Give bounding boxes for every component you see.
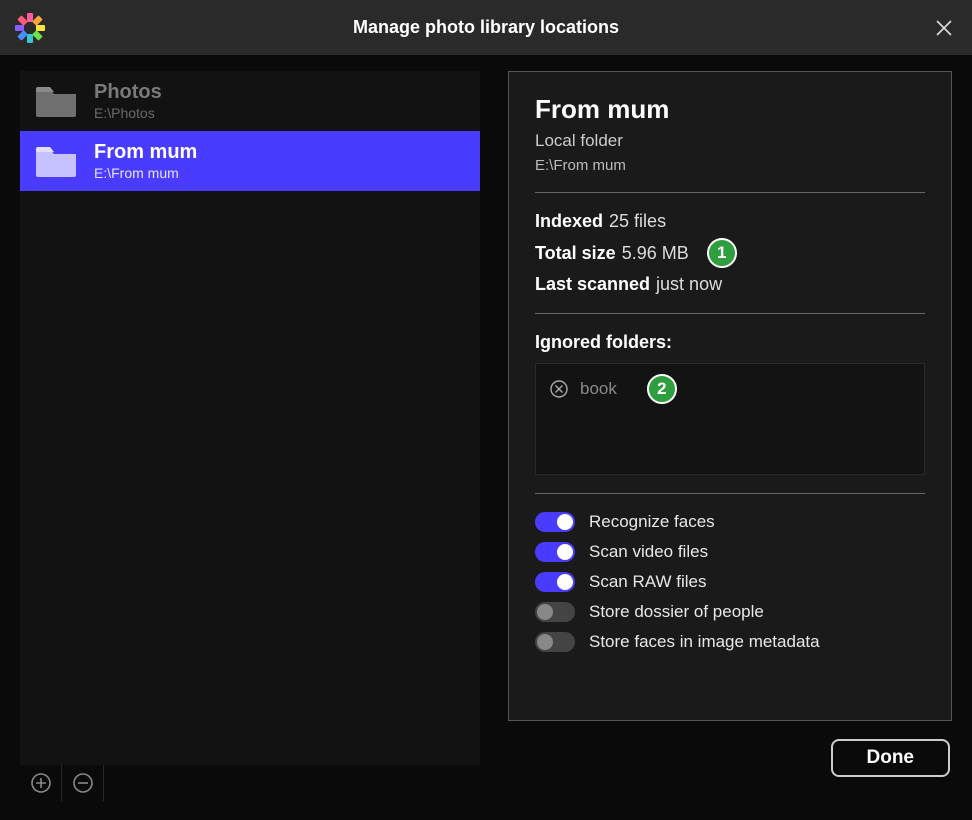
detail-title: From mum <box>535 94 925 125</box>
stat-value: 25 files <box>609 211 666 232</box>
folder-name: From mum <box>94 141 197 163</box>
folder-path: E:\Photos <box>94 105 162 121</box>
stat-value: 5.96 MB <box>622 243 689 264</box>
toggle-scan-video[interactable] <box>535 542 575 562</box>
titlebar: Manage photo library locations <box>0 0 972 55</box>
remove-ignored-icon[interactable] <box>550 380 568 398</box>
stat-label: Last scanned <box>535 274 650 295</box>
folder-path: E:\From mum <box>94 165 197 181</box>
close-button[interactable] <box>934 18 954 38</box>
folder-icon <box>34 143 78 179</box>
option-label: Recognize faces <box>589 512 715 532</box>
toggle-recognize-faces[interactable] <box>535 512 575 532</box>
option-label: Store dossier of people <box>589 602 764 622</box>
stat-value: just now <box>656 274 722 295</box>
add-folder-button[interactable] <box>20 765 62 801</box>
stat-scanned: Last scanned just now <box>535 274 925 295</box>
toggle-store-dossier[interactable] <box>535 602 575 622</box>
option-recognize-faces: Recognize faces <box>535 512 925 532</box>
ignored-name: book <box>580 379 617 399</box>
option-store-metadata: Store faces in image metadata <box>535 632 925 652</box>
stat-size: Total size 5.96 MB 1 <box>535 238 925 268</box>
annotation-badge-1: 1 <box>707 238 737 268</box>
option-store-dossier: Store dossier of people <box>535 602 925 622</box>
divider <box>535 313 925 314</box>
folder-list-actions <box>20 765 480 801</box>
option-scan-video: Scan video files <box>535 542 925 562</box>
ignored-folders-box: book 2 <box>535 363 925 475</box>
ignored-folders-label: Ignored folders: <box>535 332 925 353</box>
remove-folder-button[interactable] <box>62 765 104 801</box>
folder-list: Photos E:\Photos From mum E:\From mum <box>20 71 480 765</box>
option-label: Scan video files <box>589 542 708 562</box>
stat-label: Indexed <box>535 211 603 232</box>
folder-item-photos[interactable]: Photos E:\Photos <box>20 71 480 131</box>
stat-label: Total size <box>535 243 616 264</box>
divider <box>535 493 925 494</box>
folder-item-from-mum[interactable]: From mum E:\From mum <box>20 131 480 191</box>
folder-name: Photos <box>94 81 162 103</box>
done-button[interactable]: Done <box>831 739 951 777</box>
divider <box>535 192 925 193</box>
folder-icon <box>34 83 78 119</box>
ignored-entry: book 2 <box>550 374 910 404</box>
window-title: Manage photo library locations <box>0 17 972 38</box>
option-scan-raw: Scan RAW files <box>535 572 925 592</box>
option-label: Store faces in image metadata <box>589 632 820 652</box>
toggle-store-metadata[interactable] <box>535 632 575 652</box>
detail-type: Local folder <box>535 131 925 151</box>
app-logo-icon <box>14 12 46 44</box>
stat-indexed: Indexed 25 files <box>535 211 925 232</box>
toggle-scan-raw[interactable] <box>535 572 575 592</box>
detail-panel: From mum Local folder E:\From mum Indexe… <box>508 71 952 721</box>
annotation-badge-2: 2 <box>647 374 677 404</box>
detail-path: E:\From mum <box>535 157 925 174</box>
option-label: Scan RAW files <box>589 572 706 592</box>
